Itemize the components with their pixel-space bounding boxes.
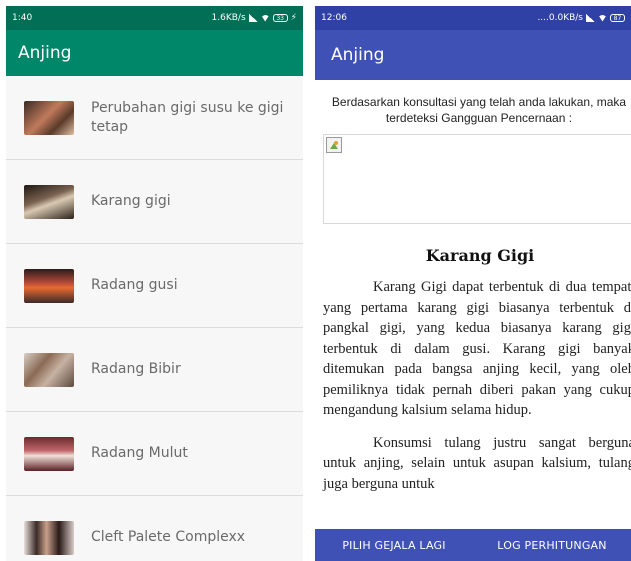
broken-image-icon xyxy=(326,137,342,153)
list-item-label: Perubahan gigi susu ke gigi tetap xyxy=(91,99,284,135)
calculation-log-button[interactable]: LOG PERHITUNGAN xyxy=(473,529,631,561)
app-bar: Anjing xyxy=(6,30,303,76)
select-symptoms-again-button[interactable]: PILIH GEJALA LAGI xyxy=(315,529,473,561)
thumbnail-image xyxy=(24,352,74,387)
list-item[interactable]: Perubahan gigi susu ke gigi tetap xyxy=(6,76,303,160)
list-item[interactable]: Radang gusi xyxy=(6,244,303,328)
list-item-label: Radang Mulut xyxy=(91,445,188,461)
network-speed: ....0.0KB/s xyxy=(537,13,583,23)
article-body[interactable]: Karang Gigi dapat terbentuk di dua tempa… xyxy=(315,265,631,494)
wifi-icon xyxy=(260,14,270,22)
list-item-label: Radang Bibir xyxy=(91,361,181,377)
battery-icon: 33 xyxy=(272,14,288,22)
list-item[interactable]: Radang Mulut xyxy=(6,412,303,496)
thumbnail-image xyxy=(24,268,74,303)
status-icons: 1.6KB/s 33 ⚡ xyxy=(212,13,297,23)
wifi-icon xyxy=(598,14,607,22)
left-screen: 1:40 1.6KB/s 33 ⚡ Anjing Perubahan gigi … xyxy=(6,6,303,561)
thumbnail-image xyxy=(24,184,74,219)
battery-icon: 87 xyxy=(610,14,625,22)
signal-icon xyxy=(586,14,595,22)
app-title: Anjing xyxy=(331,45,385,65)
thumbnail-image xyxy=(24,436,74,471)
disease-image xyxy=(323,134,631,224)
signal-icon xyxy=(248,14,258,22)
article-title: Karang Gigi xyxy=(425,246,535,265)
status-icons: ....0.0KB/s 87 xyxy=(537,13,625,23)
app-bar: Anjing xyxy=(315,30,631,80)
right-screen: 12:06 ....0.0KB/s 87 Anjing Berdasarkan … xyxy=(315,6,631,561)
thumbnail-image xyxy=(24,100,74,135)
article-paragraph: Karang Gigi dapat terbentuk di dua tempa… xyxy=(323,279,631,418)
network-speed: 1.6KB/s xyxy=(211,13,246,23)
status-bar: 12:06 ....0.0KB/s 87 xyxy=(315,6,631,30)
list-item-label: Radang gusi xyxy=(91,277,178,293)
status-time: 1:40 xyxy=(12,13,33,23)
bottom-action-bar: PILIH GEJALA LAGI LOG PERHITUNGAN xyxy=(315,529,631,561)
list-item-label: Cleft Palete Complexx xyxy=(91,529,246,545)
article-paragraph: Konsumsi tulang justru sangat berguna un… xyxy=(323,434,631,492)
status-bar: 1:40 1.6KB/s 33 ⚡ xyxy=(6,6,303,30)
thumbnail-image xyxy=(24,520,74,555)
consultation-result-text: Berdasarkan konsultasi yang telah anda l… xyxy=(331,95,627,125)
list-item[interactable]: Radang Bibir xyxy=(6,328,303,412)
charging-icon: ⚡ xyxy=(290,13,297,23)
status-time: 12:06 xyxy=(321,13,347,23)
list-item[interactable]: Cleft Palete Complexx xyxy=(6,496,303,561)
disease-list: Perubahan gigi susu ke gigi tetap Karang… xyxy=(6,76,303,561)
list-item-label: Karang gigi xyxy=(91,193,171,209)
app-title: Anjing xyxy=(18,43,72,63)
list-item[interactable]: Karang gigi xyxy=(6,160,303,244)
